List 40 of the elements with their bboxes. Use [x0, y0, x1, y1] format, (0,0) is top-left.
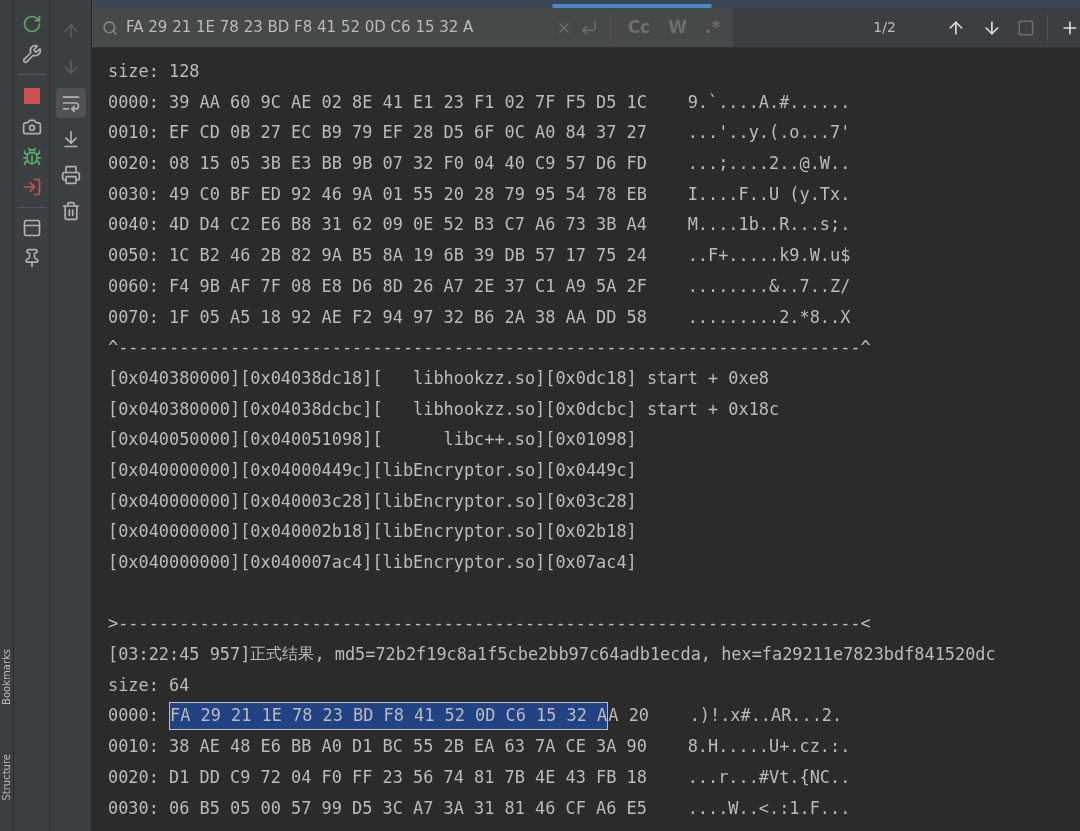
console-line: size: 64	[108, 673, 190, 697]
tool-window-tab[interactable]: Structure	[0, 754, 13, 801]
line-offset: 0000:	[108, 704, 160, 728]
console-line: [0x040000000][0x040007ac4][libEncryptor.so][0x07ac4]	[108, 551, 637, 574]
console-line: 0030: 49 C0 BF ED 92 46 9A 01 55 20 28 79 95 54 78 EB I....F..U (y.Tx.	[108, 182, 851, 206]
match-count: 1/2	[873, 18, 896, 37]
console-line: 0040: 4D D4 C2 E6 B8 31 62 09 0E 52 B3 C7 A6 73 3B A4 M....1b..R...s;.	[108, 213, 851, 237]
console-line: >-------------------------------------------------------------------------<	[108, 612, 871, 636]
console-line: , md5=72b2f19c8a1f5cbe2bb97c64adb1ecda, hex=fa29211e7823bdf841520dc	[314, 643, 996, 667]
console-line: 0070: 1F 05 A5 18 92 AE F2 94 97 32 B6 2A 38 AA DD 58 .........2.*8..X	[108, 305, 851, 329]
console-line: [0x040000000][0x040002b18][libEncryptor.so][0x02b18]	[108, 520, 637, 544]
console-line: 0000: 39 AA 60 9C AE 02 8E 41 E1 23 F1 02 7F F5 D5 1C 9.`....A.#......	[108, 90, 851, 114]
exit-icon[interactable]	[21, 177, 42, 197]
search-match: FA 29 21 1E 78 23 BD F8 41 52 0D C6 15 32 A	[169, 701, 609, 730]
console-line: 0050: 1C B2 46 2B 82 9A B5 8A 19 6B 39 DB 57 17 75 24 ..F+.....k9.W.u$	[108, 244, 851, 268]
console-line: 0020: D1 DD C9 72 04 F0 FF 23 56 74 81 7B 4E 43 FB 18 ...r...#Vt.{NC..	[108, 765, 851, 789]
result-label: 正式结果	[250, 643, 315, 666]
console-line: 0010: EF CD 0B 27 EC B9 79 EF 28 D5 6F 0C A0 84 37 27 ...'..y.(.o...7'	[108, 121, 851, 145]
console-line: [0x040380000][0x04038dcbc][ libhookzz.so][0x0dcbc] start + 0x18c	[108, 397, 780, 421]
console-line: [0x040380000][0x04038dc18][ libhookzz.so][0x0dc18] start + 0xe8	[108, 366, 769, 390]
stop-icon[interactable]	[23, 88, 40, 104]
search-icon[interactable]	[102, 19, 118, 36]
soft-wrap-icon[interactable]	[55, 88, 86, 118]
rerun-icon[interactable]	[21, 14, 42, 34]
layout-icon[interactable]	[21, 218, 42, 238]
console-line: 0020: 08 15 05 3B E3 BB 9B 07 32 F0 04 40 C9 57 D6 FD ...;....2..@.W..	[108, 152, 851, 176]
bug-icon[interactable]	[21, 147, 42, 167]
console-line: A 20 .)!.x#..AR...2.	[608, 704, 843, 728]
console-line: ^-------------------------------------------------------------------------^	[108, 336, 871, 360]
console-line: size: 128	[108, 60, 200, 83]
tool-window-tab[interactable]: Bookmarks	[0, 648, 13, 705]
console-line: [0x040000000][0x040003c28][libEncryptor.so][0x03c28]	[108, 489, 637, 513]
console-line: 0030: 06 B5 05 00 57 99 D5 3C A7 3A 31 81 46 CF A6 E5 ....W..<.:1.F...	[108, 796, 851, 820]
wrench-icon[interactable]	[21, 44, 42, 64]
console-line: [0x040050000][0x040051098][ libc++.so][0x01098]	[108, 428, 637, 452]
camera-icon[interactable]	[21, 117, 42, 137]
console-line: 0010: 38 AE 48 E6 BB A0 D1 BC 55 2B EA 63 7A CE 3A 90 8.H.....U+.cz.:.	[108, 735, 851, 759]
console-line: [0x040000000][0x04000449c][libEncryptor.so][0x0449c]	[108, 458, 637, 482]
timestamp: [03:22:45 957]	[108, 643, 251, 667]
console-line: 0060: F4 9B AF 7F 08 E8 D6 8D 26 A7 2E 37 C1 A9 5A 2F ........&..7..Z/	[108, 274, 851, 298]
